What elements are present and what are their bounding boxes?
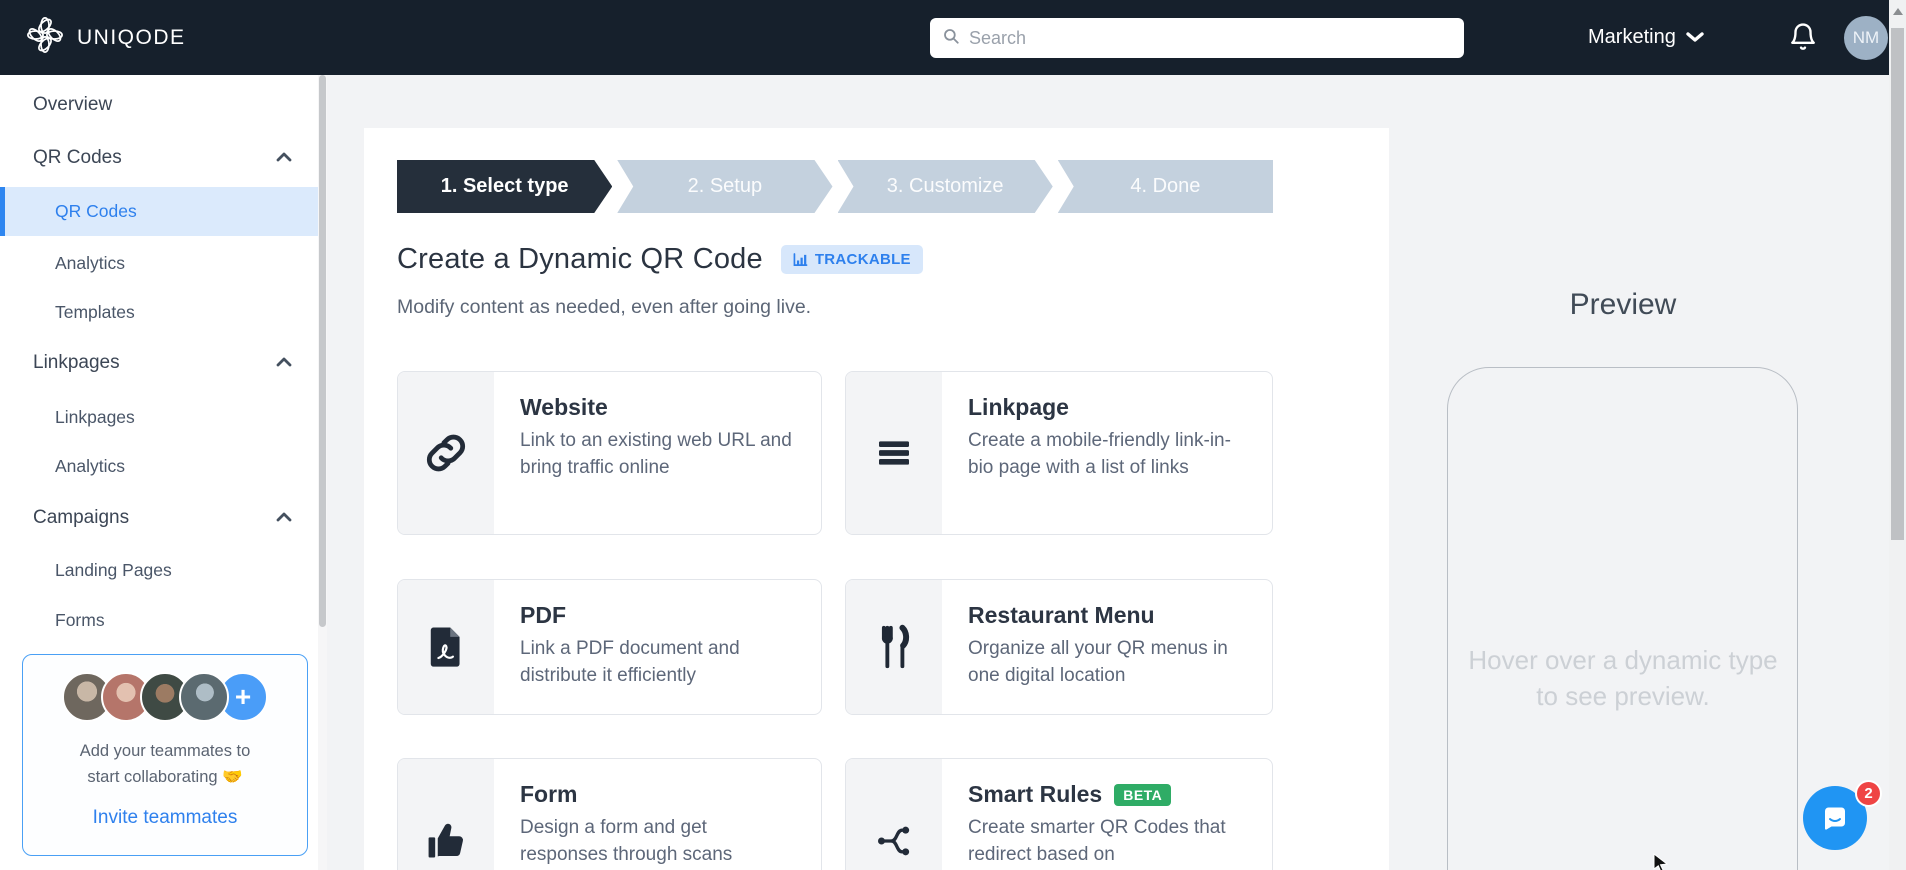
chevron-up-icon	[276, 354, 292, 372]
card-description: Create smarter QR Codes that redirect ba…	[968, 817, 1226, 865]
sidebar-item-linkpages-parent[interactable]: Linkpages	[0, 345, 318, 381]
phone-preview-frame	[1447, 367, 1798, 870]
page-scrollbar[interactable]	[1889, 0, 1906, 870]
card-linkpage[interactable]: Linkpage Create a mobile-friendly link-i…	[845, 371, 1273, 535]
sidebar-nav: Overview QR Codes QR Codes Analytics Tem…	[0, 75, 318, 870]
card-restaurant-menu[interactable]: Restaurant Menu Organize all your QR men…	[845, 579, 1273, 715]
card-title: Restaurant Menu	[968, 602, 1155, 628]
sidebar-item-qr-codes-parent[interactable]: QR Codes	[0, 140, 318, 176]
sidebar-scrollbar[interactable]	[318, 75, 327, 870]
card-description: Link a PDF document and distribute it ef…	[520, 638, 740, 686]
workspace-dropdown[interactable]: Marketing	[1588, 0, 1704, 75]
chat-unread-badge: 2	[1855, 780, 1882, 807]
pdf-file-icon	[398, 580, 494, 714]
trackable-badge: TRACKABLE	[780, 245, 923, 274]
teammates-text: Add your teammates to start collaboratin…	[79, 742, 251, 786]
sidebar-item-qr-codes[interactable]: QR Codes	[0, 187, 318, 236]
page-title: Create a Dynamic QR Code	[397, 243, 763, 275]
chevron-up-icon	[276, 149, 292, 167]
mouse-cursor	[1652, 852, 1670, 870]
step-done: 4. Done	[1057, 160, 1273, 213]
sidebar-item-overview[interactable]: Overview	[0, 87, 318, 123]
step-select-type: 1. Select type	[397, 160, 612, 213]
step-setup: 2. Setup	[617, 160, 832, 213]
sidebar-item-landing-pages[interactable]: Landing Pages	[0, 552, 318, 588]
card-title: Website	[520, 394, 608, 420]
global-search[interactable]	[930, 18, 1464, 58]
brand-logo[interactable]: UNIQODE	[26, 0, 186, 75]
sidebar-item-linkpage-analytics[interactable]: Analytics	[0, 448, 318, 484]
card-website[interactable]: Website Link to an existing web URL and …	[397, 371, 822, 535]
thumbs-up-icon	[398, 759, 494, 870]
uniqode-flower-icon	[26, 16, 64, 59]
card-form[interactable]: Form Design a form and get responses thr…	[397, 758, 822, 870]
sidebar-item-linkpages[interactable]: Linkpages	[0, 399, 318, 435]
card-title: Linkpage	[968, 394, 1069, 420]
brand-name: UNIQODE	[77, 25, 186, 49]
sidebar-item-forms[interactable]: Forms	[0, 602, 318, 638]
card-description: Organize all your QR menus in one digita…	[968, 638, 1228, 686]
top-navbar: UNIQODE Marketing	[0, 0, 1906, 75]
wizard-stepper: 1. Select type 2. Setup 3. Customize 4. …	[397, 160, 1273, 213]
sidebar-item-templates[interactable]: Templates	[0, 294, 318, 330]
beta-badge: BETA	[1114, 783, 1172, 806]
list-icon	[846, 372, 942, 534]
card-description: Design a form and get responses through …	[520, 817, 733, 865]
chat-launcher-button[interactable]: 2	[1803, 780, 1882, 850]
sidebar-item-campaigns-parent[interactable]: Campaigns	[0, 500, 318, 536]
avatar-initials: NM	[1852, 28, 1880, 47]
card-title: Form	[520, 781, 578, 807]
app-root: UNIQODE Marketing	[0, 0, 1906, 870]
sidebar-scrollbar-thumb[interactable]	[319, 75, 326, 627]
notifications-button[interactable]	[1788, 22, 1820, 54]
user-avatar[interactable]: NM	[1844, 16, 1888, 60]
search-input[interactable]	[969, 27, 1452, 49]
preview-hint: Hover over a dynamic type to see preview…	[1468, 645, 1778, 711]
chevron-down-icon	[1686, 26, 1704, 49]
branch-icon	[846, 759, 942, 870]
teammates-card: + Add your teammates to start collaborat…	[22, 654, 308, 856]
utensils-icon	[846, 580, 942, 714]
trackable-badge-label: TRACKABLE	[814, 251, 911, 268]
page-subtitle: Modify content as needed, even after goi…	[397, 296, 812, 318]
bar-chart-icon	[793, 252, 808, 267]
scroll-up-arrow-icon[interactable]	[1893, 8, 1903, 15]
page-scrollbar-thumb[interactable]	[1891, 28, 1904, 540]
link-icon	[398, 372, 494, 534]
card-smart-rules[interactable]: Smart Rules BETA Create smarter QR Codes…	[845, 758, 1273, 870]
bell-icon	[1788, 23, 1818, 56]
card-title: PDF	[520, 602, 566, 628]
card-description: Create a mobile-friendly link-in-bio pag…	[968, 430, 1231, 478]
card-pdf[interactable]: PDF Link a PDF document and distribute i…	[397, 579, 822, 715]
chevron-up-icon	[276, 509, 292, 527]
teammate-avatars: +	[23, 672, 307, 722]
sidebar-item-qr-analytics[interactable]: Analytics	[0, 245, 318, 281]
teammate-avatar	[179, 672, 229, 722]
card-description: Link to an existing web URL and bring tr…	[520, 430, 792, 478]
invite-teammates-link[interactable]: Invite teammates	[93, 807, 238, 829]
step-customize: 3. Customize	[838, 160, 1053, 213]
chat-icon	[1819, 802, 1851, 834]
card-title: Smart Rules	[968, 781, 1103, 807]
workspace-label: Marketing	[1588, 26, 1676, 48]
search-icon	[942, 27, 960, 50]
preview-title: Preview	[1569, 288, 1677, 321]
